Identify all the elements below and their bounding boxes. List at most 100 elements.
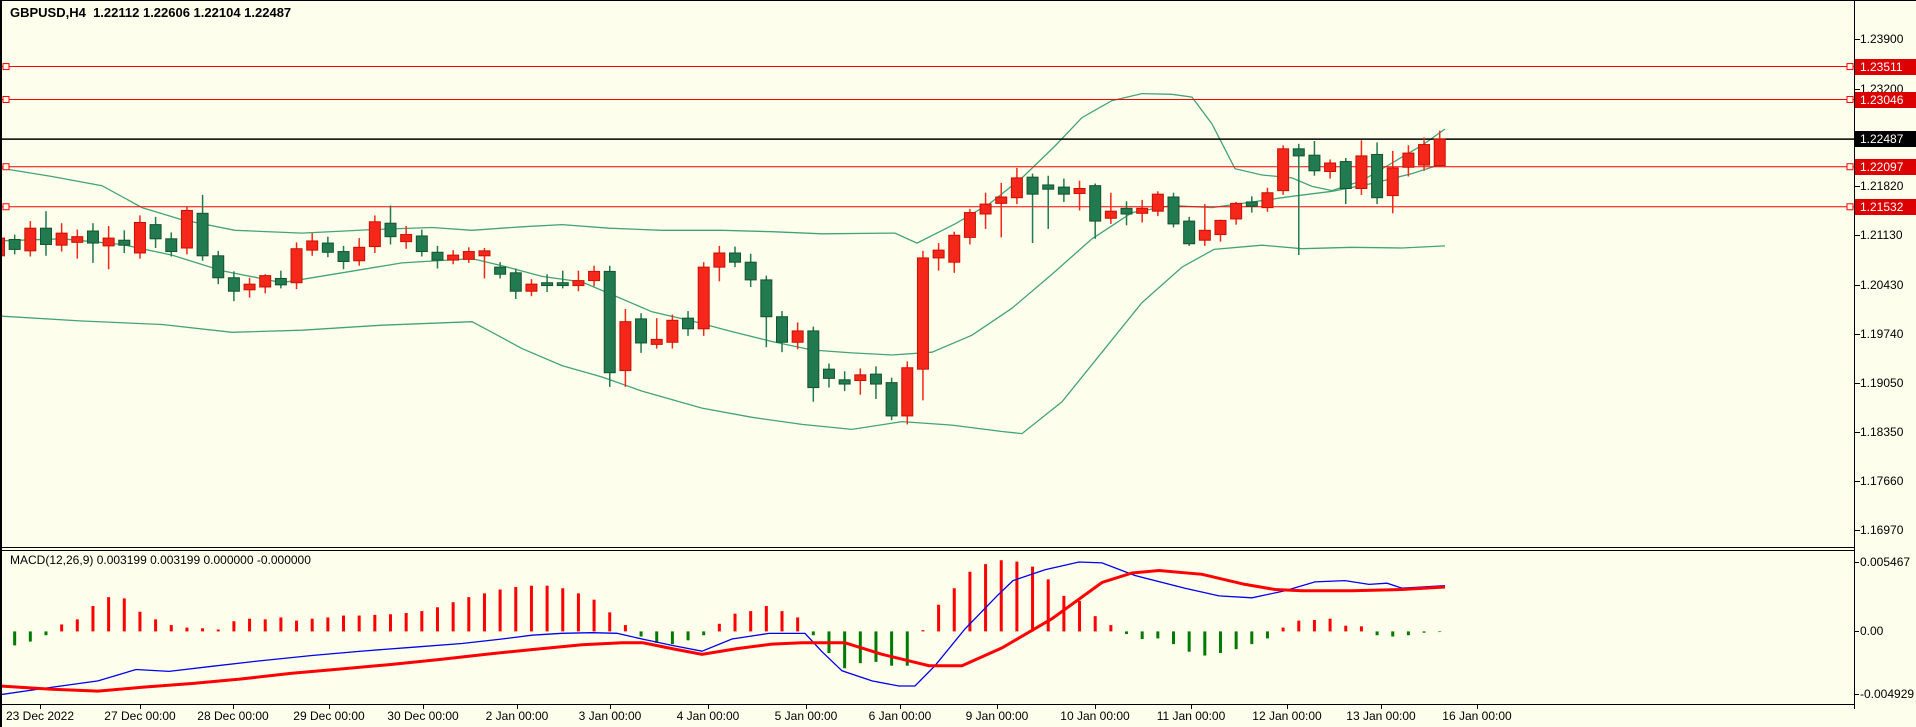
macd-tick-mark [1854,694,1859,695]
mt4-chart-window: GBPUSD,H4 1.22112 1.22606 1.22104 1.2248… [0,0,1916,727]
candle-body [683,318,694,329]
candle-body [1403,153,1414,167]
price-badge-level[interactable]: 1.23511 [1855,59,1916,75]
level-line-handle-left [3,64,9,70]
time-tick-label: 27 Dec 00:00 [104,709,175,723]
candle-body [1325,163,1336,172]
price-tick-label: 1.20430 [1860,277,1903,293]
time-tick-label: 4 Jan 00:00 [677,709,740,723]
price-badge-level[interactable]: 1.23046 [1855,92,1916,108]
candle-body [291,249,302,283]
candle-body [1387,168,1398,196]
bollinger-upper-band [2,94,1445,244]
macd-tick-mark [1854,631,1859,632]
candle-body [1011,178,1022,198]
candle-body [416,236,427,252]
candle-body [463,252,474,260]
candle-body [714,253,725,267]
candle-body [275,278,286,284]
candle-body [1309,155,1320,171]
level-line-handle-right [1847,64,1853,70]
candle-body [761,280,772,317]
candle-body [40,228,51,244]
candle-body [996,197,1007,203]
time-tick-label: 30 Dec 00:00 [387,709,458,723]
candle-body [980,204,991,214]
time-tick-label: 10 Jan 00:00 [1060,709,1129,723]
candle-body [636,319,647,343]
candle-body [698,267,709,329]
macd-tick-label: 0.00 [1860,623,1883,639]
candle-body [542,283,553,286]
time-tick-label: 13 Jan 00:00 [1346,709,1415,723]
candle-body [526,284,537,291]
candle-body [1152,194,1163,211]
candle-body [228,278,239,291]
candle-body [1043,185,1054,189]
candle-body [1105,211,1116,218]
candle-body [1184,221,1195,244]
candle-body [150,225,161,239]
level-line-handle-right [1847,97,1853,103]
price-tick-label: 1.19050 [1860,375,1903,391]
level-line-handle-right [1847,164,1853,170]
macd-tick-mark [1854,562,1859,563]
time-tick-label: 12 Jan 00:00 [1252,709,1321,723]
candle-body [1293,149,1304,156]
candle-body [1121,208,1132,214]
candle-body [839,380,850,384]
candle-body [1027,177,1038,194]
candle-body [1137,208,1148,213]
candle-body [354,247,365,260]
price-tick-label: 1.17660 [1860,473,1903,489]
candle-body [72,237,83,243]
candle-body [1231,203,1242,219]
time-tick-label: 2 Jan 00:00 [486,709,549,723]
candle-body [855,375,866,381]
candle-body [510,273,521,291]
candle-body [949,235,960,262]
candle-body [1356,156,1367,189]
candle-body [808,331,819,388]
level-line-handle-left [3,204,9,210]
candle-body [1246,202,1257,206]
candle-body [620,322,631,371]
candle-body [1199,230,1210,240]
price-badge-level[interactable]: 1.22097 [1855,159,1916,175]
macd-panel-plot[interactable] [2,551,1854,704]
candle-body [964,213,975,238]
candle-body [870,374,881,384]
price-badge-current: 1.22487 [1855,131,1916,147]
time-tick-label: 9 Jan 00:00 [966,709,1029,723]
candle-body [56,233,67,245]
candle-body [1340,162,1351,189]
candle-body [369,222,380,247]
time-tick-label: 6 Jan 00:00 [869,709,932,723]
candle-body [777,317,788,343]
candle-body [134,223,145,253]
candle-body [745,262,756,280]
time-tick-label: 23 Dec 2022 [6,709,74,723]
candle-body [9,240,20,250]
time-tick-label: 29 Dec 00:00 [293,709,364,723]
candle-body [557,283,568,286]
candle-body [604,271,615,372]
candle-body [917,258,928,369]
candle-body [401,235,412,242]
time-tick-label: 11 Jan 00:00 [1157,709,1226,723]
candle-body [1262,193,1273,208]
price-badge-level[interactable]: 1.21532 [1855,199,1916,215]
candle-body [197,213,208,256]
candle-body [651,339,662,344]
candle-body [25,228,36,251]
candle-body [338,252,349,262]
price-tick-label: 1.21130 [1860,227,1903,243]
candle-body [181,210,192,248]
candle-body [730,253,741,262]
candle-body [823,369,834,378]
price-chart-plot[interactable] [2,1,1854,547]
level-line-handle-left [3,97,9,103]
level-line-handle-left [3,164,9,170]
candle-body [886,383,897,416]
candle-body [307,241,318,250]
